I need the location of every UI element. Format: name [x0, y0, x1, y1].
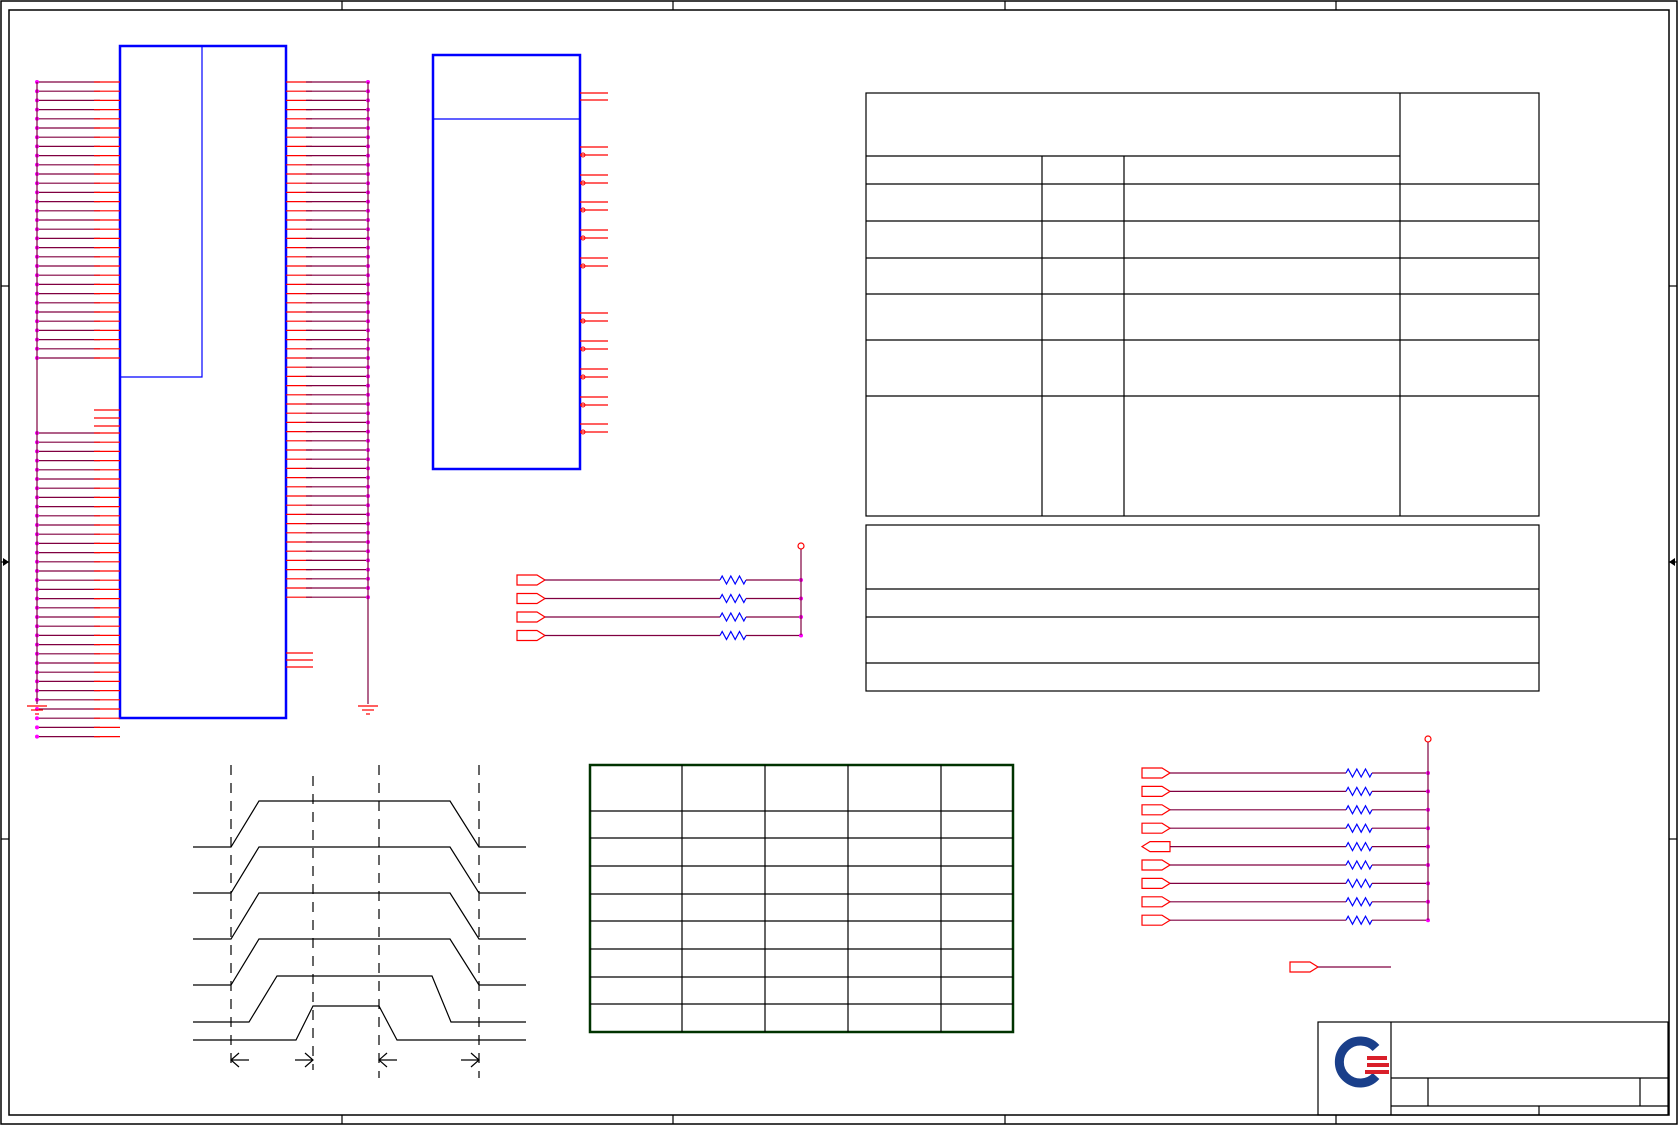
resistor-symbol: [1345, 804, 1373, 816]
resistor-symbol: [1345, 767, 1373, 779]
resistor-symbol: [1345, 878, 1373, 889]
net-port: [1141, 914, 1172, 926]
net-port: [516, 592, 547, 605]
upper-info-table: [865, 92, 1540, 517]
net-port: [1141, 785, 1172, 798]
resistor-symbol: [719, 630, 747, 641]
net-port-input: [1140, 840, 1171, 853]
company-logo: [1334, 1036, 1389, 1088]
net-port: [516, 574, 547, 586]
timing-dimension-arrows: [230, 1052, 480, 1068]
ic-body[interactable]: [431, 53, 582, 471]
power-rail-top: [797, 542, 805, 635]
resistor-network-top[interactable]: [516, 574, 803, 642]
net-port: [1141, 859, 1172, 871]
resistor-symbol: [1345, 841, 1373, 852]
net-port: [1141, 804, 1172, 816]
sheet-frame: [0, 0, 1678, 1125]
net-port: [516, 629, 547, 642]
ic-output-pins[interactable]: [580, 92, 608, 435]
pin-table: [588, 763, 1015, 1034]
resistor-symbol: [719, 593, 747, 604]
schematic-sheet: [0, 0, 1678, 1125]
lower-info-table: [865, 524, 1540, 692]
connector-right-pins[interactable]: [286, 80, 370, 600]
net-port: [1141, 822, 1172, 834]
single-net-port[interactable]: [1289, 961, 1391, 973]
resistor-symbol: [1345, 786, 1373, 797]
resistor-symbol: [1345, 859, 1373, 871]
resistor-symbol: [719, 611, 747, 623]
frame-zone-ticks: [1, 1, 1677, 1124]
resistor-symbol: [719, 574, 747, 586]
frame-center-arrows: [3, 558, 1675, 566]
net-port: [1141, 896, 1172, 908]
resistor-symbol: [1345, 896, 1373, 908]
connector-body[interactable]: [118, 44, 288, 720]
title-block: [1317, 1021, 1669, 1116]
net-port: [516, 611, 547, 623]
resistor-symbol: [1345, 822, 1373, 834]
resistor-network-bottom[interactable]: [1140, 767, 1430, 926]
timing-markers: [230, 765, 480, 1078]
net-port: [1141, 877, 1172, 890]
timing-waveforms: [193, 800, 526, 1041]
connector-mounting-pins: [94, 409, 313, 668]
ground-symbol-right: [358, 705, 378, 715]
connector-left-pins[interactable]: [35, 80, 120, 739]
net-port: [1141, 767, 1172, 779]
connector-left-pin-junction: [35, 734, 39, 739]
connector-left-pin-junction: [35, 725, 39, 730]
resistor-symbol: [1345, 914, 1373, 926]
connector-left-pin-junction: [35, 716, 39, 721]
